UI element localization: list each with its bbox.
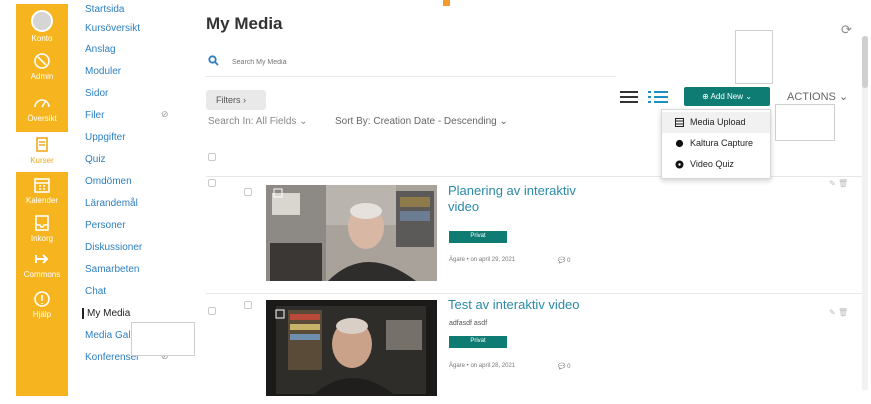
owner-date: Ägare • on april 29, 2021 bbox=[449, 257, 516, 263]
search-underline bbox=[206, 76, 616, 77]
search-icon bbox=[208, 55, 219, 66]
row-select-checkbox[interactable] bbox=[244, 188, 252, 196]
row-divider bbox=[206, 293, 866, 294]
film-icon bbox=[675, 118, 684, 127]
global-nav: Konto Admin Översikt Kurser Kalender Ink… bbox=[16, 4, 68, 396]
edit-pencil-icon[interactable]: ✎ bbox=[829, 179, 836, 188]
global-nav-calendar[interactable]: Kalender bbox=[16, 176, 68, 205]
global-nav-admin[interactable]: Admin bbox=[16, 52, 68, 81]
course-nav-my-media[interactable]: My Media bbox=[82, 308, 130, 319]
redaction-box bbox=[775, 104, 835, 141]
inbox-icon bbox=[35, 215, 49, 231]
row-select-checkbox[interactable] bbox=[244, 301, 252, 309]
page-title: My Media bbox=[206, 14, 283, 33]
course-nav-sidor[interactable]: Sidor bbox=[85, 88, 108, 99]
course-nav-chat[interactable]: Chat bbox=[85, 286, 106, 297]
delete-trash-icon[interactable]: 🗑 bbox=[838, 308, 848, 317]
search-in-dropdown[interactable]: Search In: All Fields ⌄ bbox=[208, 116, 308, 127]
course-nav-anslag[interactable]: Anslag bbox=[85, 44, 116, 55]
global-nav-account[interactable]: Konto bbox=[16, 10, 68, 43]
video-thumbnail-image bbox=[266, 185, 437, 281]
detailed-view-icon[interactable] bbox=[648, 90, 668, 104]
search-input[interactable] bbox=[232, 54, 612, 70]
filters-button[interactable]: Filters › bbox=[206, 90, 266, 110]
list-view-icon[interactable] bbox=[620, 90, 638, 104]
course-nav-larandemal[interactable]: Lärandemål bbox=[85, 198, 138, 209]
calendar-icon bbox=[34, 178, 50, 193]
course-nav-moduler[interactable]: Moduler bbox=[85, 66, 121, 77]
row-checkbox[interactable] bbox=[208, 307, 216, 315]
dashboard-icon bbox=[34, 99, 50, 108]
owner-date: Ägare • on april 28, 2021 bbox=[449, 363, 516, 369]
menu-item-media-upload[interactable]: Media Upload bbox=[662, 112, 770, 133]
course-nav-diskussioner[interactable]: Diskussioner bbox=[85, 242, 142, 253]
menu-item-video-quiz[interactable]: Video Quiz bbox=[662, 154, 770, 175]
comment-icon: 💬 bbox=[558, 364, 568, 370]
media-description: adfasdf asdf bbox=[449, 320, 488, 327]
privacy-badge: Privat bbox=[449, 231, 507, 243]
privacy-badge: Privat bbox=[449, 336, 507, 348]
menu-item-kaltura-capture[interactable]: Kaltura Capture bbox=[662, 133, 770, 154]
media-title-link[interactable]: Planering av interaktiv video bbox=[448, 183, 576, 215]
video-thumbnail-image bbox=[266, 300, 437, 396]
global-nav-dashboard[interactable]: Översikt bbox=[16, 94, 68, 123]
course-nav-personer[interactable]: Personer bbox=[85, 220, 126, 231]
comment-icon: 💬 bbox=[558, 258, 568, 264]
delete-trash-icon[interactable]: 🗑 bbox=[838, 179, 848, 188]
courses-icon bbox=[36, 137, 48, 152]
comment-count: 💬 0 bbox=[558, 364, 571, 370]
top-accent-mark bbox=[443, 0, 450, 6]
row-actions: ✎ 🗑 bbox=[829, 308, 848, 317]
help-icon bbox=[34, 291, 50, 307]
redaction-box bbox=[131, 322, 195, 356]
sort-by-dropdown[interactable]: Sort By: Creation Date - Descending ⌄ bbox=[335, 116, 508, 127]
redaction-box bbox=[735, 30, 773, 84]
course-nav-samarbeten[interactable]: Samarbeten bbox=[85, 264, 139, 275]
row-actions: ✎ 🗑 bbox=[829, 179, 848, 188]
account-avatar-icon bbox=[31, 10, 53, 32]
course-nav-startsida[interactable]: Startsida bbox=[85, 4, 124, 15]
media-thumbnail[interactable] bbox=[266, 300, 437, 396]
course-nav-quiz[interactable]: Quiz bbox=[85, 154, 106, 165]
select-all-checkbox[interactable] bbox=[208, 153, 216, 161]
global-nav-commons[interactable]: Commons bbox=[16, 250, 68, 279]
add-new-menu: Media Upload Kaltura Capture Video Quiz bbox=[661, 109, 771, 179]
vertical-scrollbar[interactable] bbox=[862, 36, 868, 390]
global-nav-courses[interactable]: Kurser bbox=[16, 132, 68, 172]
eye-slash-icon: ⊘ bbox=[161, 109, 169, 119]
admin-shield-icon bbox=[34, 53, 50, 69]
edit-pencil-icon[interactable]: ✎ bbox=[829, 308, 836, 317]
row-checkbox[interactable] bbox=[208, 179, 216, 187]
global-nav-help[interactable]: Hjälp bbox=[16, 290, 68, 319]
course-nav-filer[interactable]: Filer bbox=[85, 110, 104, 121]
course-nav-uppgifter[interactable]: Uppgifter bbox=[85, 132, 126, 143]
media-title-link[interactable]: Test av interaktiv video bbox=[448, 297, 580, 313]
commons-arrow-icon bbox=[35, 254, 49, 264]
plus-circle-icon: ⊕ bbox=[702, 92, 711, 101]
media-thumbnail[interactable] bbox=[266, 185, 437, 281]
scrollbar-thumb[interactable] bbox=[862, 36, 868, 88]
course-nav-kursoversikt[interactable]: Kursöversikt bbox=[85, 23, 140, 34]
record-dot-icon bbox=[675, 139, 684, 148]
actions-dropdown[interactable]: ACTIONS ⌄ bbox=[787, 90, 848, 103]
comment-count: 💬 0 bbox=[558, 258, 571, 264]
refresh-icon[interactable]: ⟳ bbox=[841, 22, 852, 38]
global-nav-inbox[interactable]: Inkorg bbox=[16, 214, 68, 243]
course-nav-omdomen[interactable]: Omdömen bbox=[85, 176, 132, 187]
quiz-icon bbox=[675, 160, 684, 169]
add-new-button[interactable]: ⊕ Add New ⌄ bbox=[684, 87, 770, 106]
